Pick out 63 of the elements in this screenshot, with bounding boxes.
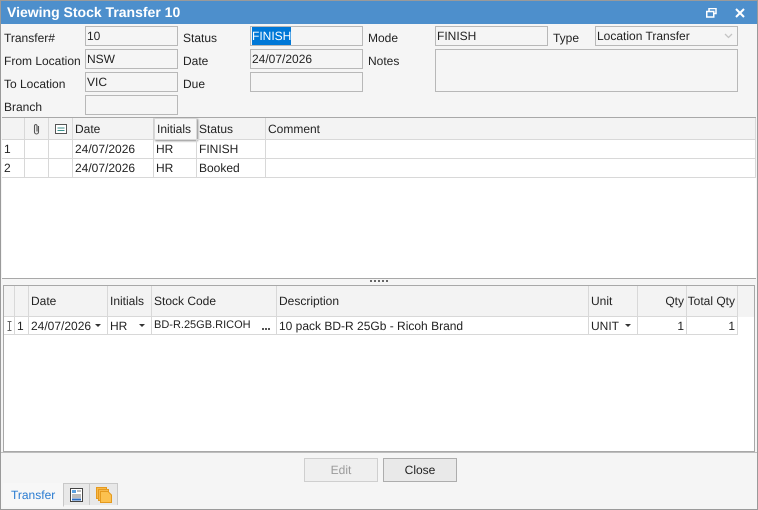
dropdown-caret-icon[interactable] <box>139 324 145 327</box>
field-label: From Location <box>4 53 81 70</box>
input-field[interactable] <box>85 95 178 115</box>
field-label: Due <box>183 76 206 93</box>
paperclip-icon <box>33 122 40 134</box>
table-cell <box>25 159 49 178</box>
field-label: Branch <box>4 99 42 116</box>
column-header[interactable]: Initials <box>108 286 152 317</box>
field-label: Mode <box>368 30 398 47</box>
input-field[interactable]: FINISH <box>250 26 363 46</box>
column-header[interactable]: Qty <box>638 286 687 317</box>
input-field[interactable] <box>250 72 363 92</box>
text-cursor-icon <box>6 320 12 330</box>
table-cell: 1 <box>687 317 738 335</box>
column-header[interactable]: Unit <box>589 286 638 317</box>
input-field[interactable]: VIC <box>85 72 178 92</box>
field-label: Type <box>553 30 580 47</box>
dropdown-caret-icon[interactable] <box>95 324 101 327</box>
form-icon <box>70 488 84 502</box>
table-cell-text: 24/07/2026 <box>31 318 92 334</box>
close-icon[interactable] <box>735 8 745 18</box>
table-cell: Booked <box>197 159 266 178</box>
field-label: Notes <box>368 53 400 70</box>
field-label: Date <box>183 53 208 70</box>
table-cell: FINISH <box>197 140 266 159</box>
restore-icon[interactable] <box>706 8 717 18</box>
table-cell: 10 pack BD-R 25Gb - Ricoh Brand <box>277 317 589 335</box>
notes-field[interactable] <box>435 49 738 92</box>
field-label: Transfer# <box>4 30 55 47</box>
table-cell: HR <box>154 140 197 159</box>
column-header[interactable]: Stock Code <box>152 286 277 317</box>
chevron-down-icon <box>724 33 733 39</box>
column-header[interactable]: Comment <box>266 118 756 140</box>
column-header[interactable]: Description <box>277 286 589 317</box>
table-cell: 24/07/2026 <box>73 140 154 159</box>
table-cell: 1 <box>638 317 687 335</box>
input-field[interactable]: FINISH <box>435 26 548 46</box>
table-cell-text: UNIT <box>591 318 619 334</box>
field-label: To Location <box>4 76 66 93</box>
input-field[interactable]: NSW <box>85 49 178 69</box>
column-header[interactable]: Initials <box>154 118 197 140</box>
input-field[interactable]: 10 <box>85 26 178 46</box>
table-cell <box>49 159 73 178</box>
dropdown-caret-icon[interactable] <box>625 324 631 327</box>
table-cell: 1 <box>2 140 25 159</box>
table-cell: 1 <box>15 317 29 335</box>
table-cell-text: BD-R.25GB.RICOH <box>154 318 251 334</box>
table-cell: 24/07/2026 <box>73 159 154 178</box>
table-cell: HR <box>154 159 197 178</box>
column-header[interactable]: Total Qty <box>687 286 738 317</box>
close-button[interactable]: Close <box>383 458 457 482</box>
type-dropdown[interactable]: Location Transfer <box>595 26 738 46</box>
column-header[interactable]: Date <box>29 286 108 317</box>
window-title: Viewing Stock Transfer 10 <box>7 3 180 22</box>
note-icon <box>54 124 66 134</box>
column-header[interactable]: Status <box>197 118 266 140</box>
pages-icon <box>96 486 112 502</box>
ellipsis-button[interactable] <box>262 327 270 330</box>
table-cell-text: HR <box>110 318 128 334</box>
tab[interactable] <box>64 483 90 505</box>
table-cell: 2 <box>2 159 25 178</box>
field-label: Status <box>183 30 218 47</box>
input-field[interactable]: 24/07/2026 <box>250 49 363 69</box>
